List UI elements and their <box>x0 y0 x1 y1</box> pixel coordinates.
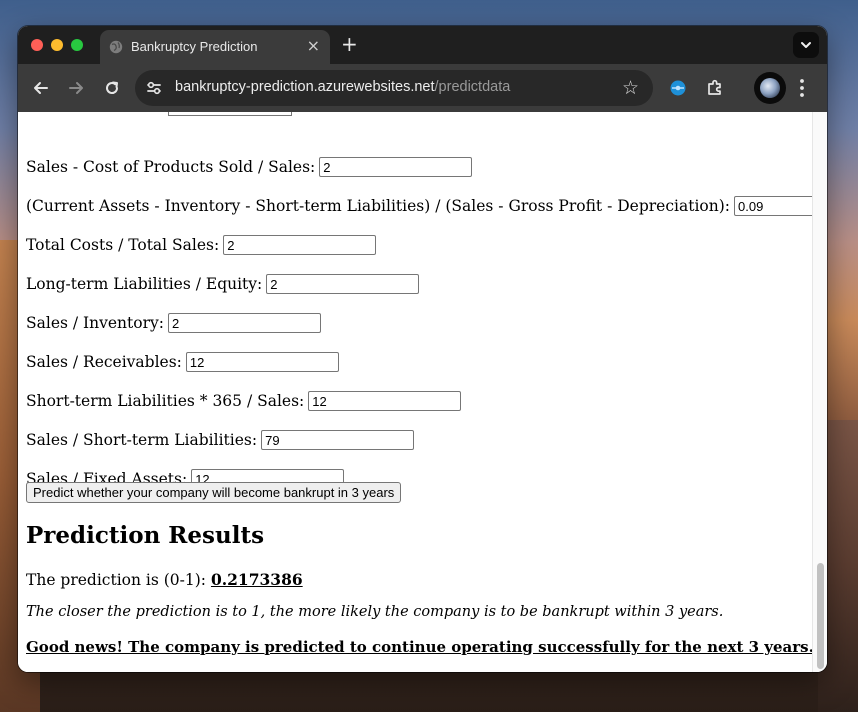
field-input[interactable] <box>266 274 420 294</box>
results-heading: Prediction Results <box>26 522 265 549</box>
address-bar[interactable]: bankruptcy-prediction.azurewebsites.net/… <box>135 70 653 106</box>
field-label: Sales / Receivables: <box>26 353 182 371</box>
field-input[interactable] <box>185 352 339 372</box>
extensions-puzzle-icon[interactable] <box>705 78 725 98</box>
window-minimize-icon[interactable] <box>51 39 63 51</box>
field-input[interactable] <box>319 157 473 177</box>
chevron-down-icon <box>801 42 811 48</box>
more-menu-icon[interactable] <box>798 75 806 101</box>
field-row: Sales / Inventory: <box>26 312 321 333</box>
field-label: Long-term Liabilities / Equity: <box>26 275 263 293</box>
prediction-verdict: Good news! The company is predicted to c… <box>26 638 812 656</box>
url-path: /predictdata <box>434 79 511 95</box>
field-label: Sales / Inventory: <box>26 314 164 332</box>
field-label: (Current Assets - Inventory - Short-term… <box>26 197 730 215</box>
tab-title: Bankruptcy Prediction <box>131 39 258 54</box>
site-settings-icon[interactable] <box>145 79 163 97</box>
field-label: Sales / Short-term Liabilities: <box>26 431 258 449</box>
window-maximize-icon[interactable] <box>71 39 83 51</box>
field-row: Sales - Cost of Products Sold / Sales: <box>26 156 473 177</box>
globe-icon <box>109 40 123 54</box>
reload-icon[interactable] <box>102 78 122 98</box>
forward-arrow-icon[interactable] <box>66 78 86 98</box>
field-input[interactable] <box>308 391 462 411</box>
tab-bar: Bankruptcy Prediction × + <box>18 26 827 64</box>
tab-search-button[interactable] <box>793 32 819 58</box>
prediction-note: The closer the prediction is to 1, the m… <box>26 604 724 620</box>
field-input[interactable] <box>734 196 812 216</box>
new-tab-icon[interactable]: + <box>341 33 358 55</box>
back-arrow-icon[interactable] <box>31 78 51 98</box>
window-close-icon[interactable] <box>31 39 43 51</box>
field-row: Sales / Receivables: <box>26 351 339 372</box>
toolbar: bankruptcy-prediction.azurewebsites.net/… <box>18 64 827 112</box>
predict-button[interactable]: Predict whether your company will become… <box>26 482 402 503</box>
field-row: Sales / Short-term Liabilities: <box>26 429 415 450</box>
tab-bankruptcy-prediction[interactable]: Bankruptcy Prediction × <box>100 30 330 64</box>
page-content: Sales - Cost of Products Sold / Sales: (… <box>18 112 812 672</box>
url-host: bankruptcy-prediction.azurewebsites.net <box>175 79 435 95</box>
field-row: Short-term Liabilities * 365 / Sales: <box>26 390 462 411</box>
tab-close-icon[interactable]: × <box>307 37 320 55</box>
prediction-line: The prediction is (0-1): 0.2173386 <box>26 570 303 589</box>
browser-window: Bankruptcy Prediction × + bankruptcy-pre… <box>18 26 827 672</box>
field-input[interactable] <box>261 430 415 450</box>
bookmark-star-icon[interactable]: ☆ <box>622 78 639 98</box>
scrollbar[interactable] <box>812 112 827 672</box>
field-row: (Current Assets - Inventory - Short-term… <box>26 195 812 216</box>
extension-app-icon[interactable] <box>668 78 688 98</box>
field-label: Sales - Cost of Products Sold / Sales: <box>26 158 316 176</box>
prediction-value: 0.2173386 <box>210 570 303 589</box>
avatar-image <box>760 78 780 98</box>
field-label: Total Costs / Total Sales: <box>26 236 220 254</box>
field-input[interactable] <box>223 235 377 255</box>
field-input[interactable] <box>168 313 321 333</box>
profile-avatar[interactable] <box>754 72 786 104</box>
prediction-label: The prediction is (0-1): <box>26 571 207 589</box>
partially-visible-input[interactable] <box>168 112 292 116</box>
field-label: Short-term Liabilities * 365 / Sales: <box>26 392 305 410</box>
scrollbar-thumb[interactable] <box>817 563 824 669</box>
url-text[interactable]: bankruptcy-prediction.azurewebsites.net/… <box>175 79 510 95</box>
field-row: Total Costs / Total Sales: <box>26 234 377 255</box>
field-row: Long-term Liabilities / Equity: <box>26 273 420 294</box>
